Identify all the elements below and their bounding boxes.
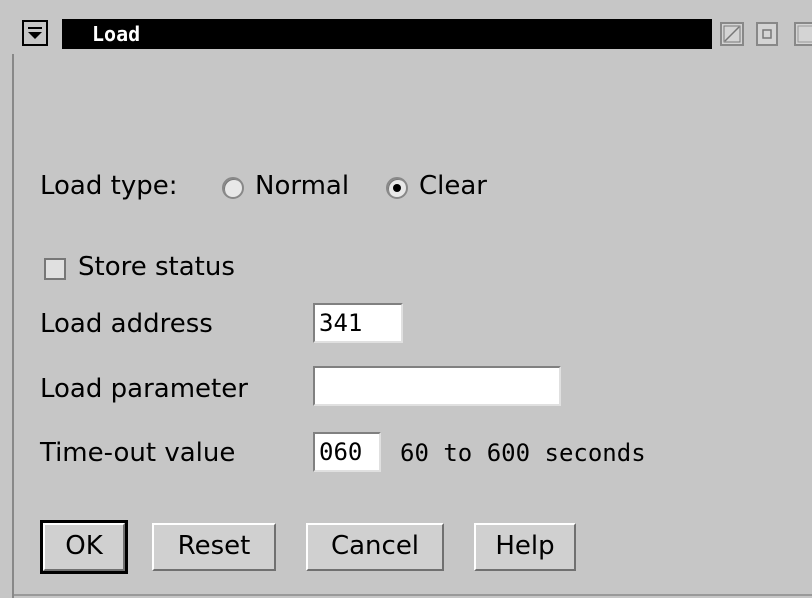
timeout-hint: 60 to 600 seconds: [400, 439, 646, 467]
system-menu-button[interactable]: [22, 20, 48, 46]
title-bar[interactable]: Load: [14, 14, 812, 54]
load-parameter-input[interactable]: [313, 366, 561, 406]
maximize-button[interactable]: [794, 22, 812, 46]
title-area[interactable]: Load: [62, 19, 712, 49]
minimize-icon: [762, 29, 772, 39]
ok-button[interactable]: OK: [40, 520, 128, 574]
minimize-button[interactable]: [756, 22, 778, 46]
load-parameter-label: Load parameter: [40, 374, 248, 404]
window-border-bottom: [14, 594, 812, 596]
reset-button[interactable]: Reset: [152, 523, 276, 571]
restore-icon: [723, 25, 741, 43]
radio-normal-label[interactable]: Normal: [255, 171, 349, 201]
timeout-label: Time-out value: [40, 438, 236, 468]
window-border-left: [12, 54, 14, 598]
load-type-label: Load type:: [40, 171, 178, 201]
radio-normal[interactable]: [222, 177, 244, 199]
timeout-input[interactable]: [313, 432, 381, 472]
load-address-label: Load address: [40, 309, 213, 339]
maximize-icon: [797, 25, 812, 43]
cancel-button[interactable]: Cancel: [306, 523, 444, 571]
load-dialog: Load Load type: Normal Clear Store statu…: [0, 0, 812, 598]
chevron-down-icon: [28, 27, 42, 39]
radio-clear[interactable]: [386, 177, 408, 199]
store-status-checkbox[interactable]: [44, 258, 66, 280]
radio-selected-dot: [393, 184, 401, 192]
restore-button[interactable]: [720, 22, 744, 46]
load-address-input[interactable]: [313, 303, 403, 343]
store-status-label[interactable]: Store status: [78, 252, 235, 282]
window-title: Load: [92, 22, 141, 46]
help-button[interactable]: Help: [474, 523, 576, 571]
radio-clear-label[interactable]: Clear: [419, 171, 487, 201]
